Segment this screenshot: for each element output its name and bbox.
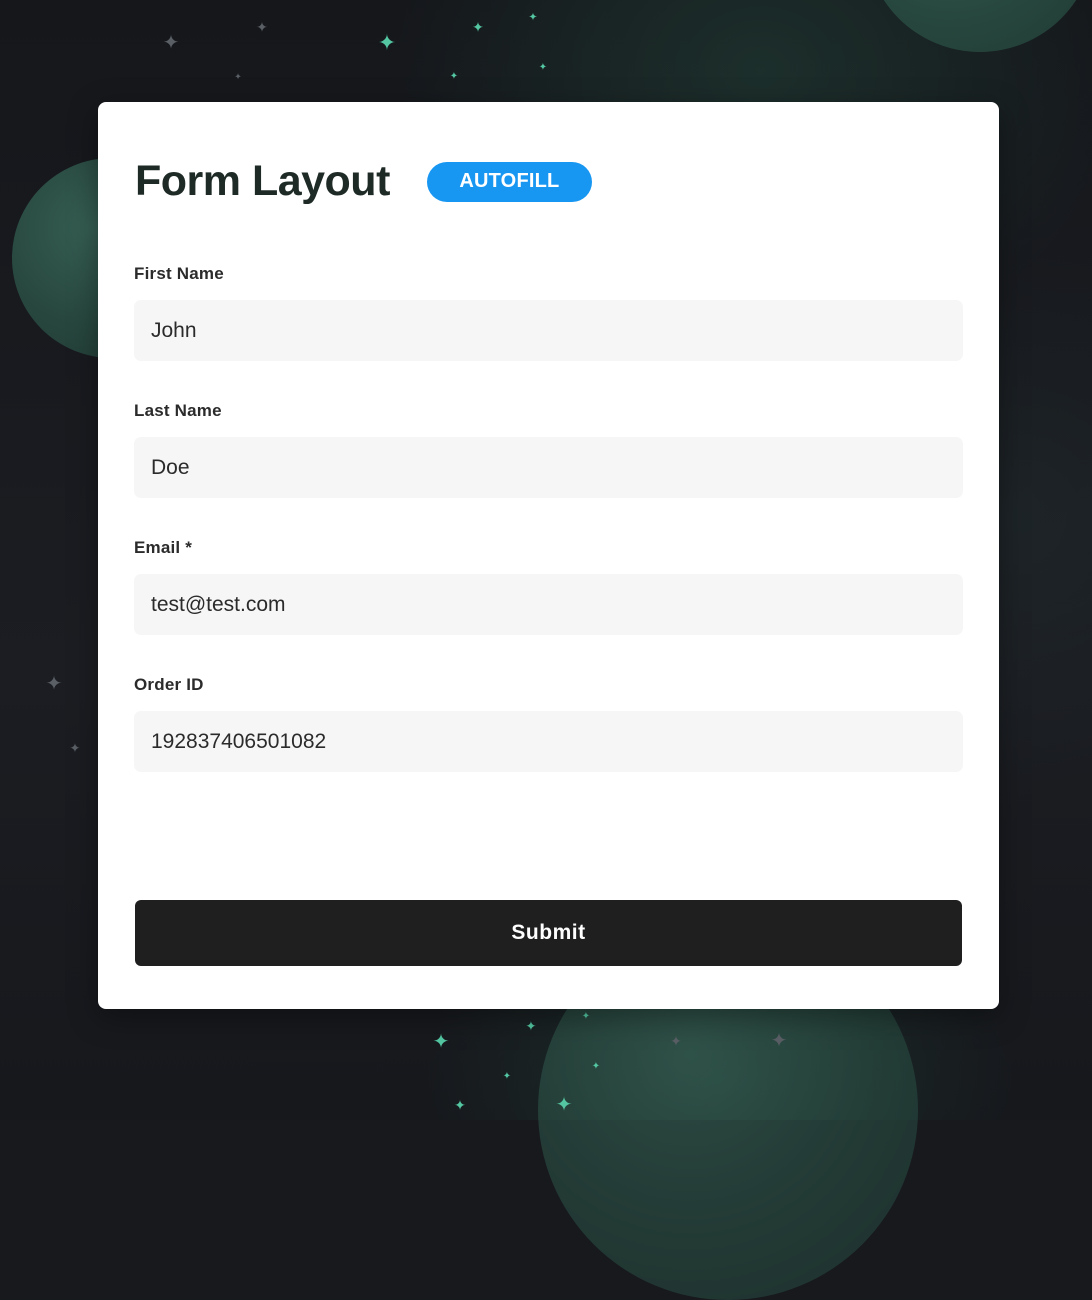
sparkle-icon: ✦ <box>432 1031 450 1053</box>
sparkle-icon: ✦ <box>454 1097 466 1113</box>
sparkle-icon: ✦ <box>770 1030 788 1052</box>
sparkle-icon: ✦ <box>377 30 397 55</box>
sparkle-icon: ✦ <box>449 71 459 82</box>
form-title: Form Layout <box>135 157 390 205</box>
email-label: Email * <box>134 538 193 557</box>
last-name-field: Last Name <box>134 401 963 498</box>
email-input[interactable] <box>134 574 963 635</box>
sparkle-icon: ✦ <box>45 673 63 695</box>
last-name-label: Last Name <box>134 401 222 420</box>
sparkle-icon: ✦ <box>581 1011 591 1022</box>
order-id-field: Order ID <box>134 675 963 772</box>
sparkle-icon: ✦ <box>69 740 81 756</box>
autofill-button[interactable]: AUTOFILL <box>426 161 592 202</box>
first-name-field: First Name <box>134 264 963 361</box>
first-name-input[interactable] <box>134 300 963 361</box>
last-name-input[interactable] <box>134 437 963 498</box>
sparkle-icon: ✦ <box>538 62 548 73</box>
submit-button[interactable]: Submit <box>135 900 962 966</box>
sparkle-icon: ✦ <box>162 32 180 54</box>
sparkle-icon: ✦ <box>525 1018 537 1034</box>
sparkle-icon: ✦ <box>528 11 538 24</box>
order-id-input[interactable] <box>134 711 963 772</box>
form-card: Form Layout AUTOFILL First Name Last Nam… <box>98 102 999 1009</box>
sparkle-icon: ✦ <box>670 1033 682 1049</box>
form-header: Form Layout AUTOFILL <box>135 157 592 206</box>
sparkle-icon: ✦ <box>555 1094 573 1116</box>
first-name-label: First Name <box>134 264 224 283</box>
sparkle-icon: ✦ <box>256 19 268 35</box>
sparkle-icon: ✦ <box>502 1071 512 1082</box>
email-field: Email * <box>134 538 963 635</box>
sparkle-icon: ✦ <box>591 1061 601 1072</box>
sparkle-icon: ✦ <box>234 71 242 82</box>
sparkle-icon: ✦ <box>472 19 484 35</box>
order-id-label: Order ID <box>134 675 204 694</box>
